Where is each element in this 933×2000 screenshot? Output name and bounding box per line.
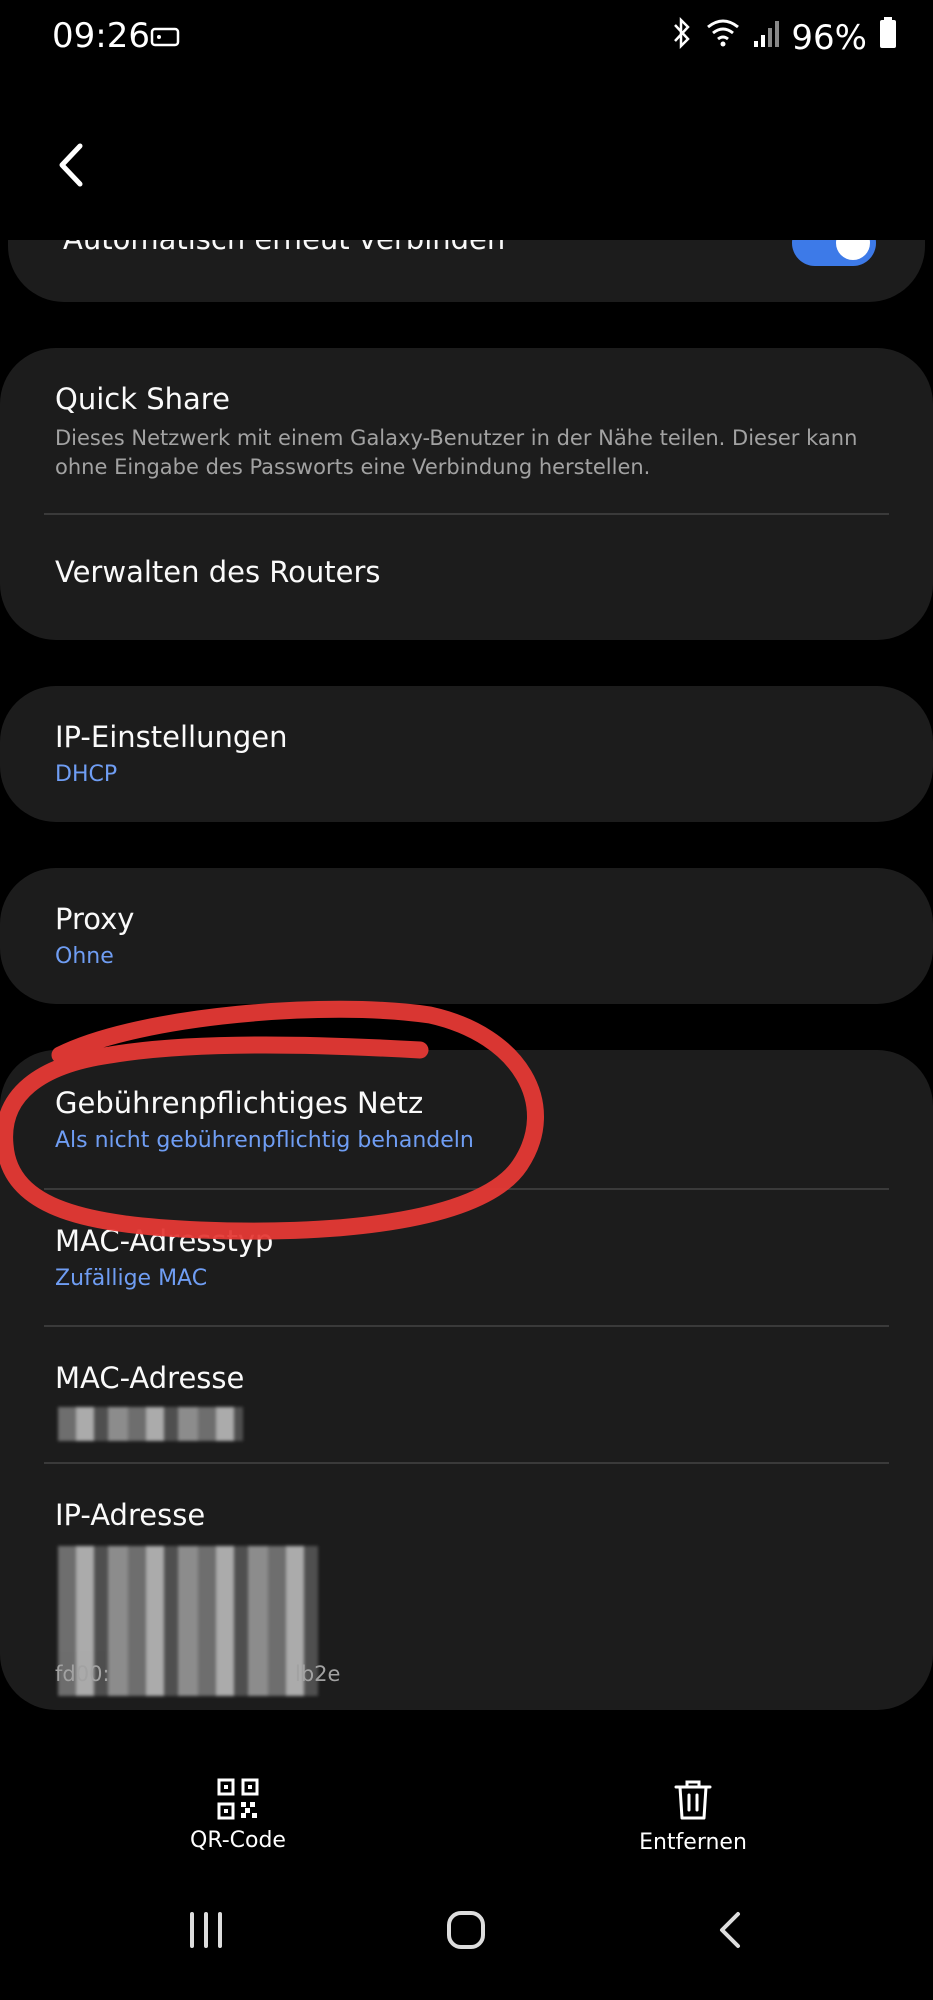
ip-address-visible-end: lb2e <box>295 1662 341 1686</box>
auto-reconnect-card[interactable]: Automatisch erneut verbinden <box>8 240 925 302</box>
home-icon <box>447 1911 485 1949</box>
qr-code-icon <box>217 1778 259 1820</box>
proxy-title: Proxy <box>55 902 135 936</box>
back-arrow-icon <box>720 1912 740 1948</box>
back-button[interactable] <box>48 140 98 190</box>
ip-address-visible-start: fd00: <box>55 1662 110 1686</box>
mac-type-value: Zufällige MAC <box>55 1266 208 1291</box>
ip-settings-value: DHCP <box>55 762 118 787</box>
mac-address-item: MAC-Adresse <box>0 1327 933 1462</box>
proxy-item[interactable]: Proxy Ohne <box>0 868 933 1004</box>
proxy-value: Ohne <box>55 944 114 969</box>
qr-code-button[interactable]: QR-Code <box>178 1778 298 1853</box>
ip-settings-item[interactable]: IP-Einstellungen DHCP <box>0 686 933 822</box>
status-time: 09:26 <box>52 16 150 56</box>
auto-reconnect-toggle[interactable] <box>792 240 876 266</box>
remove-label: Entfernen <box>639 1830 747 1855</box>
quick-share-item[interactable]: Quick Share Dieses Netzwerk mit einem Ga… <box>0 348 933 513</box>
recent-apps-icon <box>190 1912 222 1948</box>
signal-icon <box>753 18 780 58</box>
trash-icon <box>674 1780 712 1820</box>
quick-share-title: Quick Share <box>55 382 230 416</box>
red-annotation-circle <box>0 1000 544 1240</box>
auto-reconnect-title: Automatisch erneut verbinden <box>63 240 505 256</box>
status-icons: 96% <box>671 16 897 59</box>
screen-mirror-icon <box>150 26 180 52</box>
chevron-left-icon <box>59 143 83 187</box>
ip-settings-title: IP-Einstellungen <box>55 720 288 754</box>
nav-back-button[interactable] <box>710 1910 750 1954</box>
share-router-card: Quick Share Dieses Netzwerk mit einem Ga… <box>0 348 933 640</box>
router-title: Verwalten des Routers <box>55 555 381 589</box>
ip-address-title: IP-Adresse <box>55 1498 206 1532</box>
system-navigation-bar <box>0 1870 933 2000</box>
battery-percent: 96% <box>791 17 867 58</box>
quick-share-description: Dieses Netzwerk mit einem Galaxy-Benutze… <box>55 426 858 479</box>
qr-code-label: QR-Code <box>190 1828 286 1853</box>
ip-address-item: IP-Adresse fd00: lb2e <box>0 1464 933 1710</box>
recent-apps-button[interactable] <box>186 1910 226 1954</box>
redacted-mac-address <box>58 1407 243 1441</box>
remove-button[interactable]: Entfernen <box>628 1778 758 1855</box>
battery-icon <box>879 17 897 58</box>
router-item[interactable]: Verwalten des Routers <box>0 515 933 640</box>
toggle-knob <box>836 240 870 260</box>
mac-address-title: MAC-Adresse <box>55 1361 245 1395</box>
wifi-icon <box>705 17 741 58</box>
home-button[interactable] <box>446 1910 486 1954</box>
bluetooth-icon <box>671 16 693 59</box>
